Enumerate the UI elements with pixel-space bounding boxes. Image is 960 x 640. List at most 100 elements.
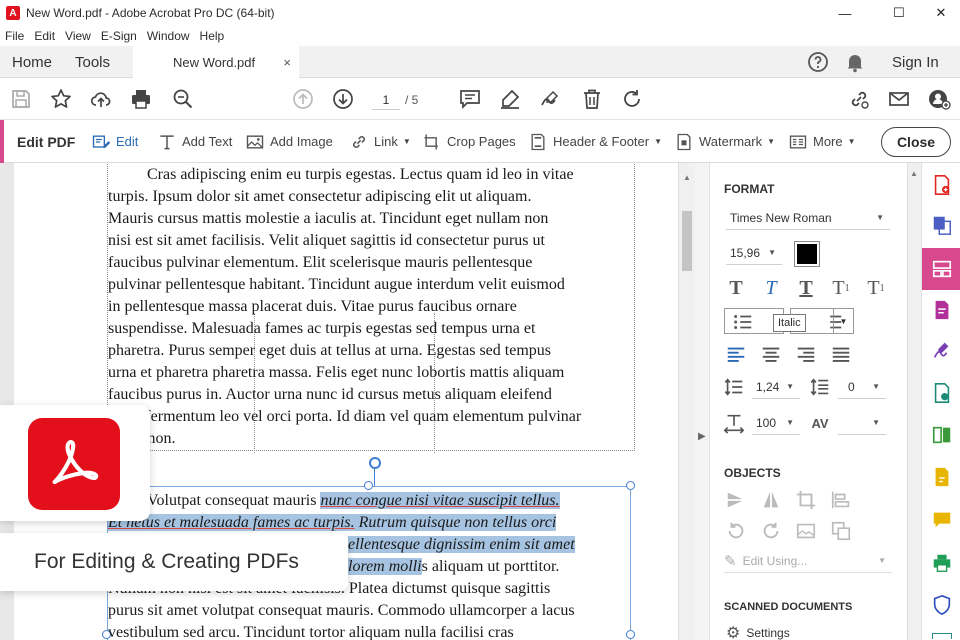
more-dropdown[interactable]: More ▼ — [788, 120, 856, 163]
resize-handle[interactable] — [364, 481, 373, 490]
font-size-select[interactable]: 15,96 ▼ — [726, 241, 782, 265]
resize-handle[interactable] — [626, 630, 635, 639]
rotate-handle-icon[interactable] — [369, 457, 381, 469]
tab-home[interactable]: Home — [12, 46, 52, 78]
add-text-label: Add Text — [182, 134, 233, 149]
align-left-icon[interactable] — [724, 343, 748, 367]
panel-collapse-strip[interactable]: ▶ — [695, 163, 709, 640]
export-pdf-icon[interactable] — [930, 298, 954, 322]
flip-horizontal-icon[interactable] — [759, 488, 783, 512]
title-bar: A New Word.pdf - Adobe Acrobat Pro DC (6… — [0, 0, 960, 26]
crop-pages-button[interactable]: Crop Pages — [422, 120, 516, 163]
email-icon[interactable] — [886, 86, 912, 112]
sign-in-link[interactable]: Sign In — [892, 46, 939, 78]
add-text-button[interactable]: Add Text — [157, 120, 232, 163]
link-share-icon[interactable] — [846, 86, 872, 112]
page-total: / 5 — [405, 93, 419, 107]
comment-icon[interactable] — [457, 86, 483, 112]
comment-tool-icon[interactable] — [930, 508, 954, 532]
crop-image-icon[interactable] — [794, 488, 818, 512]
protect-pdf-icon[interactable] — [930, 465, 954, 489]
menu-help[interactable]: Help — [195, 29, 230, 43]
close-window-button[interactable]: ✕ — [918, 0, 960, 26]
panel-scrollbar[interactable]: ▲ — [907, 163, 921, 640]
scroll-up-icon[interactable]: ▲ — [910, 169, 918, 178]
align-center-icon[interactable] — [759, 343, 783, 367]
fill-sign-icon[interactable] — [930, 338, 954, 362]
scroll-up-icon[interactable]: ▲ — [683, 173, 691, 182]
font-family-select[interactable]: Times New Roman ▼ — [726, 206, 890, 230]
menu-window[interactable]: Window — [142, 29, 195, 43]
edit-pdf-bar: Edit PDF Edit Add Text Add Image Link ▼ … — [0, 120, 960, 163]
add-user-icon[interactable] — [926, 86, 952, 112]
menu-file[interactable]: File — [0, 29, 29, 43]
cloud-upload-icon[interactable] — [88, 86, 114, 112]
chevron-down-icon[interactable]: ▼ — [833, 309, 853, 333]
rotate-right-icon[interactable] — [759, 519, 783, 543]
add-image-button[interactable]: Add Image — [245, 120, 333, 163]
align-justify-icon[interactable] — [829, 343, 853, 367]
delete-icon[interactable] — [579, 86, 605, 112]
shield-icon[interactable] — [930, 593, 954, 617]
flip-vertical-icon[interactable] — [724, 488, 748, 512]
align-right-icon[interactable] — [794, 343, 818, 367]
highlight-icon[interactable] — [497, 86, 523, 112]
character-spacing-select[interactable]: ▼ — [838, 411, 886, 435]
organize-pages-icon[interactable] — [930, 257, 954, 281]
link-dropdown[interactable]: Link ▼ — [349, 120, 411, 163]
print-icon[interactable] — [128, 86, 154, 112]
bold-icon[interactable]: T — [724, 276, 748, 300]
edit-tool-button[interactable]: Edit — [91, 120, 138, 163]
doc-line: mi in fermentum leo vel orci porta. Id d… — [108, 408, 582, 425]
maximize-button[interactable]: ☐ — [876, 0, 922, 26]
rotate-icon[interactable] — [619, 86, 645, 112]
paragraph-spacing-select[interactable]: 0 ▼ — [838, 375, 886, 399]
document-scrollbar[interactable]: ▲ — [678, 163, 695, 640]
tab-document[interactable]: New Word.pdf × — [133, 46, 299, 78]
tab-tools[interactable]: Tools — [75, 46, 110, 78]
tab-document-label: New Word.pdf — [173, 54, 256, 70]
underline-icon[interactable]: T — [794, 276, 818, 300]
format-panel: FORMAT Times New Roman ▼ 15,96 ▼ T T T T1 … — [709, 163, 907, 640]
replace-image-icon[interactable] — [794, 519, 818, 543]
italic-icon[interactable]: T — [759, 276, 783, 300]
scrollbar-thumb[interactable] — [682, 211, 692, 271]
align-objects-icon[interactable] — [829, 488, 853, 512]
subscript-icon[interactable]: T1 — [864, 276, 888, 300]
star-icon[interactable] — [48, 86, 74, 112]
sign-icon[interactable] — [537, 86, 563, 112]
bell-icon[interactable] — [842, 49, 868, 75]
page-number-input[interactable]: 1 — [372, 90, 400, 110]
print-production-icon[interactable] — [930, 551, 954, 575]
settings-button[interactable]: ⚙ Settings — [726, 623, 790, 640]
arrange-icon[interactable] — [829, 519, 853, 543]
combine-files-icon[interactable] — [930, 213, 954, 237]
rotate-left-icon[interactable] — [724, 519, 748, 543]
menu-view[interactable]: View — [60, 29, 96, 43]
next-page-icon[interactable] — [330, 86, 356, 112]
close-edit-button[interactable]: Close — [881, 127, 951, 157]
edit-using-dropdown[interactable]: ✎ Edit Using... ▼ — [724, 549, 892, 573]
watermark-dropdown[interactable]: Watermark ▼ — [674, 120, 775, 163]
save-icon[interactable] — [8, 86, 34, 112]
menu-esign[interactable]: E-Sign — [96, 29, 142, 43]
zoom-icon[interactable] — [170, 86, 196, 112]
more-tools-icon[interactable] — [932, 633, 952, 639]
compare-files-icon[interactable] — [930, 423, 954, 447]
link-label: Link — [374, 134, 398, 149]
help-icon[interactable] — [805, 49, 831, 75]
minimize-button[interactable]: — — [822, 0, 868, 26]
collapse-arrow-icon[interactable]: ▶ — [698, 431, 706, 442]
superscript-icon[interactable]: T1 — [829, 276, 853, 300]
text-color-picker[interactable] — [794, 241, 820, 267]
tab-close-icon[interactable]: × — [283, 55, 291, 70]
create-pdf-icon[interactable] — [930, 173, 954, 197]
horizontal-scale-select[interactable]: 100 ▼ — [752, 411, 800, 435]
send-review-icon[interactable] — [930, 381, 954, 405]
header-footer-dropdown[interactable]: Header & Footer ▼ — [528, 120, 662, 163]
resize-handle[interactable] — [626, 481, 635, 490]
prev-page-icon[interactable] — [290, 86, 316, 112]
line-spacing-select[interactable]: 1,24 ▼ — [752, 375, 800, 399]
menu-edit[interactable]: Edit — [29, 29, 60, 43]
main-toolbar: 1 / 5 — [0, 78, 960, 120]
